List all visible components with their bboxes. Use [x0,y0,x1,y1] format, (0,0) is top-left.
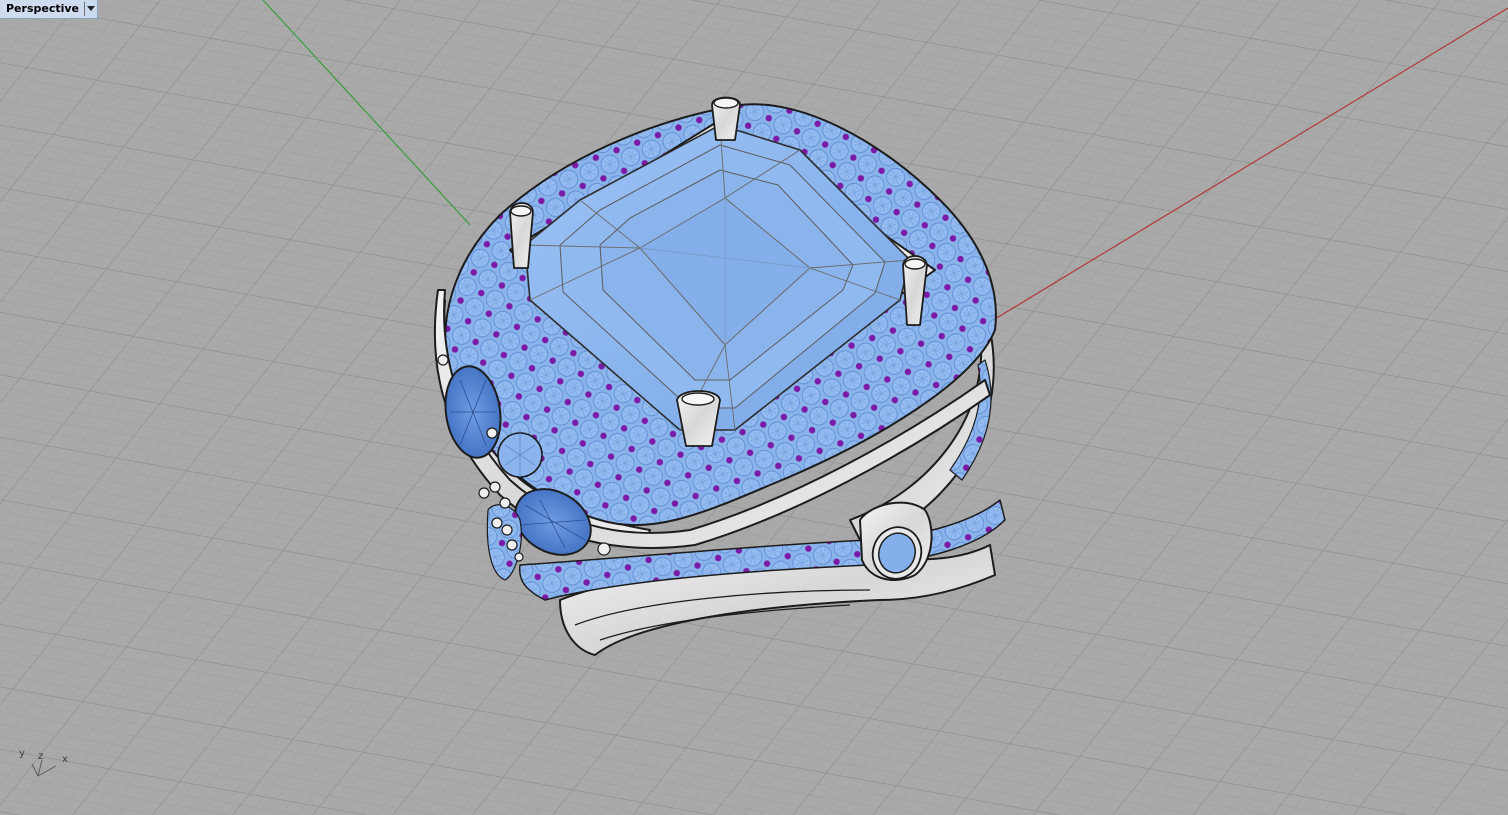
perspective-viewport[interactable]: Perspective y z x [0,0,1508,815]
viewport-title-tab[interactable]: Perspective [0,0,99,19]
axes-widget-lines [31,759,57,777]
axis-label-z: z [38,751,44,762]
side-stone-round[interactable] [497,432,543,478]
axis-label-y: y [19,748,25,759]
viewport-title[interactable]: Perspective [0,0,85,18]
axis-label-x: x [62,754,68,765]
prong-top [711,96,741,141]
viewport-menu-button[interactable] [84,2,97,16]
chevron-down-icon [87,6,96,11]
prong-left [509,202,534,269]
3d-scene[interactable] [0,0,1508,815]
